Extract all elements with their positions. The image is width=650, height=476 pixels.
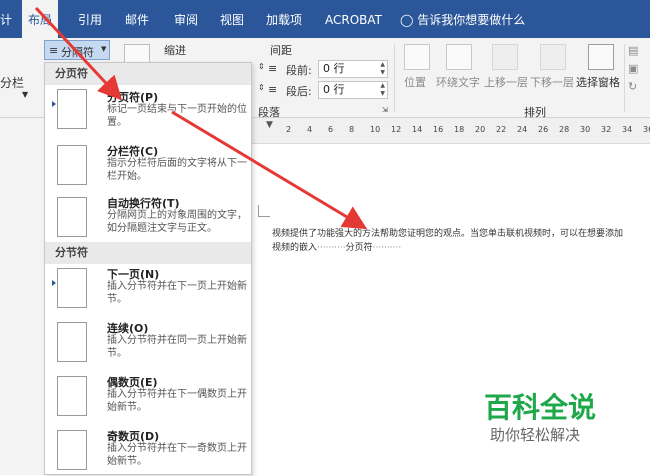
- arrow-to-page-break-icon: [34, 6, 123, 101]
- arrow-to-document-icon: [171, 110, 368, 230]
- watermark-subtitle: 助你轻松解决: [490, 426, 581, 444]
- watermark-title: 百科全说: [484, 391, 597, 424]
